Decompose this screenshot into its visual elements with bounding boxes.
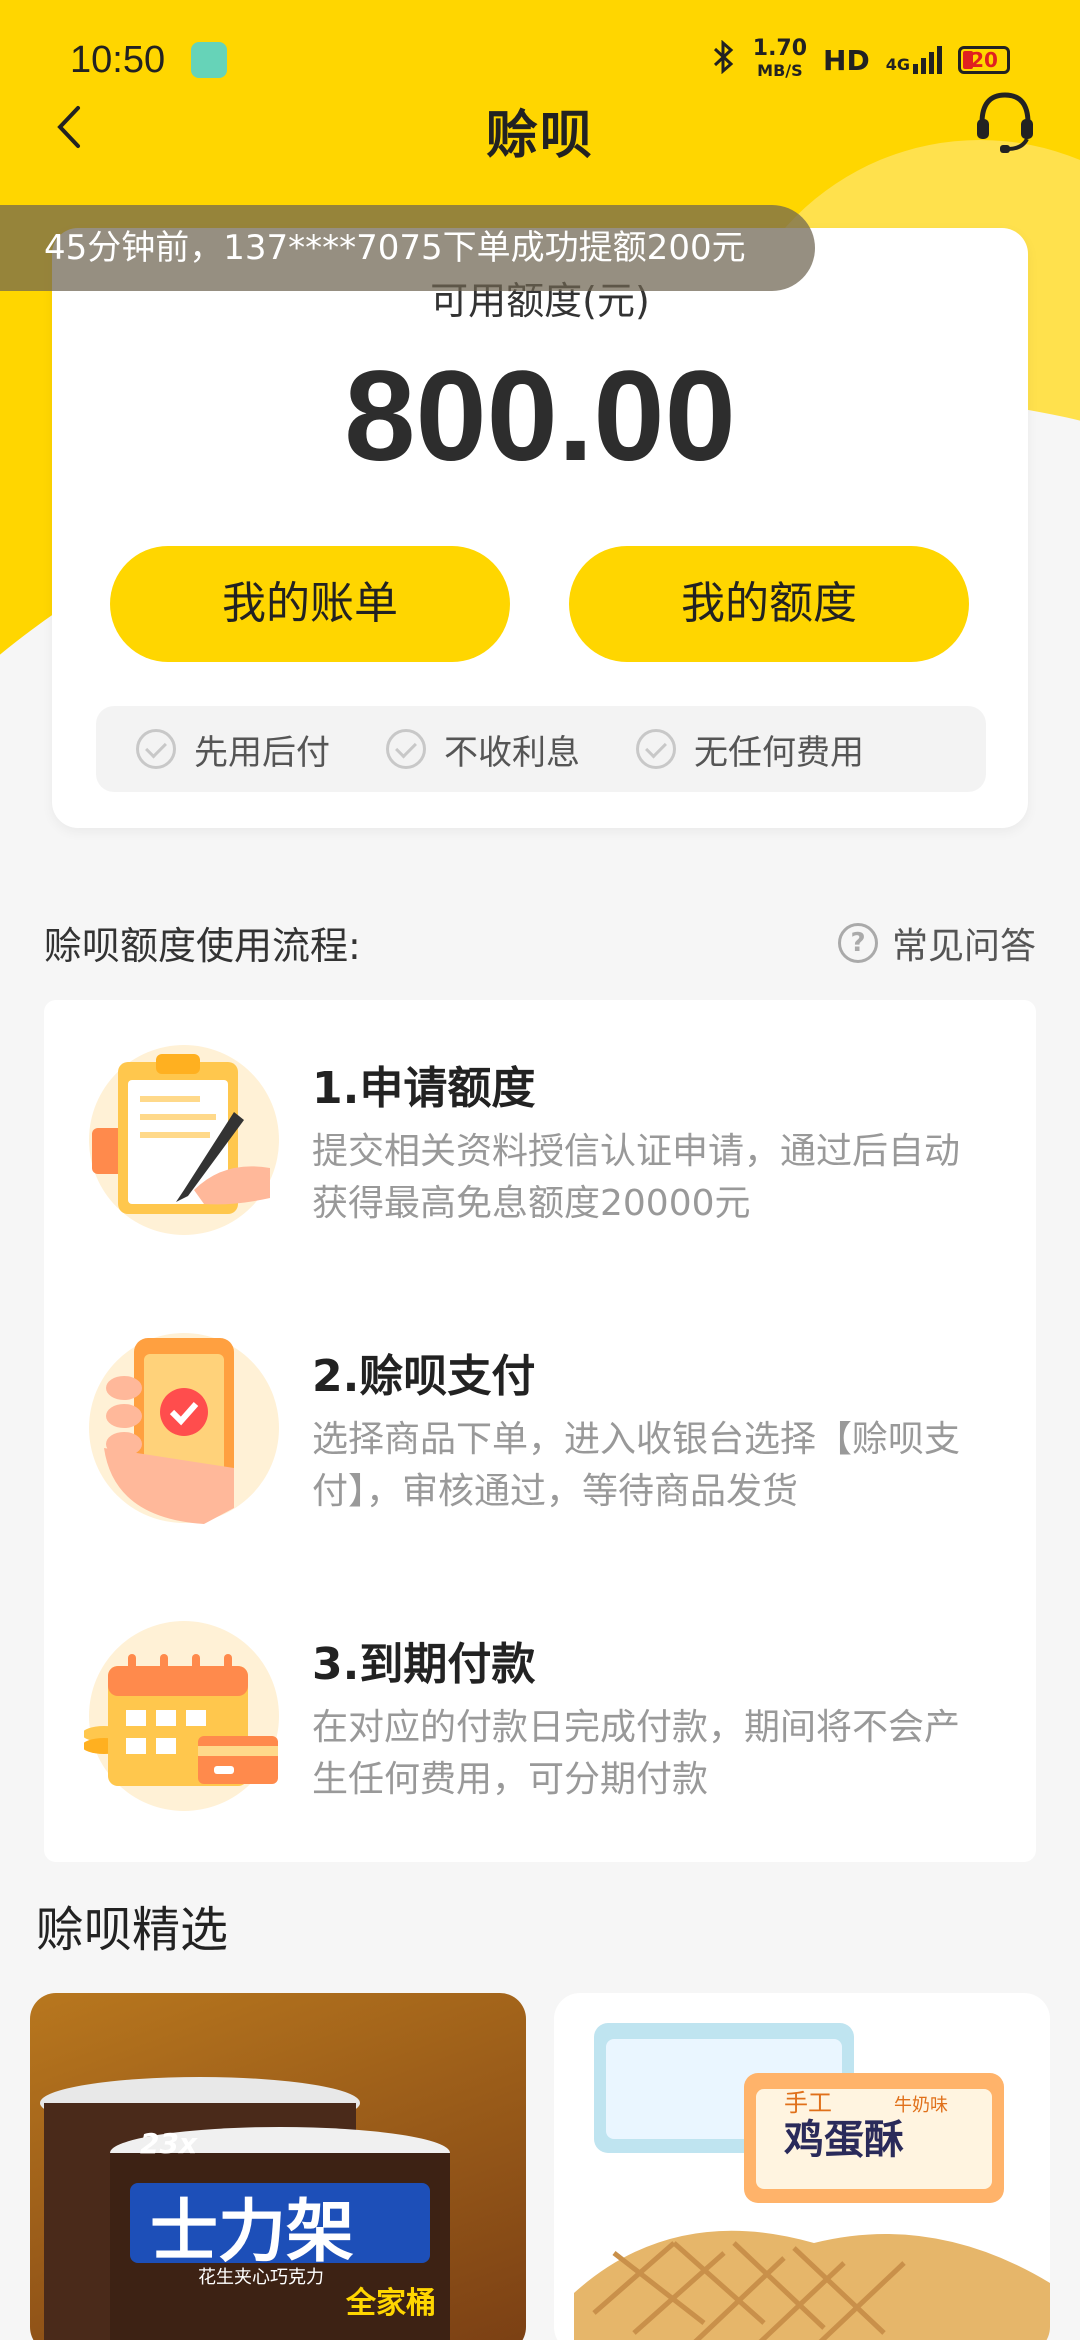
question-icon: ? bbox=[837, 922, 878, 963]
status-time: 10:50 bbox=[70, 38, 166, 81]
customer-service-icon[interactable] bbox=[970, 85, 1040, 155]
feature-item: 先用后付 bbox=[136, 725, 330, 774]
network-type: 4G bbox=[885, 55, 910, 74]
product-card[interactable]: 鸡蛋酥 手工 牛奶味 bbox=[554, 1993, 1050, 2340]
feature-item: 不收利息 bbox=[386, 725, 580, 774]
step-title: 3.到期付款 bbox=[312, 1639, 536, 1690]
product-subtitle: 牛奶味 bbox=[894, 2095, 948, 2116]
step-pay: 2.赊呗支付 选择商品下单，进入收银台选择【赊呗支付】，审核通过，等待商品发货 bbox=[44, 1288, 1036, 1524]
check-circle-icon bbox=[636, 729, 676, 769]
step-apply: 1.申请额度 提交相关资料授信认证申请，通过后自动获得最高免息额度20000元 bbox=[44, 1000, 1036, 1235]
step-description: 提交相关资料授信认证申请，通过后自动获得最高免息额度20000元 bbox=[312, 1131, 961, 1224]
product-brand: 鸡蛋酥 bbox=[784, 2117, 904, 2163]
product-count: 23x bbox=[140, 2127, 198, 2160]
network-speed-unit: MB/S bbox=[757, 61, 803, 80]
snickers-product-image: 士力架 全家桶 23x 花生夹心巧克力 bbox=[40, 2077, 450, 2340]
faq-label: 常见问答 bbox=[891, 925, 1036, 967]
picks-title: 赊呗精选 bbox=[36, 1902, 229, 1958]
step-repay: 3.到期付款 在对应的付款日完成付款，期间将不会产生任何费用，可分期付款 bbox=[44, 1576, 1036, 1811]
product-brand: 士力架 bbox=[150, 2193, 354, 2272]
hd-indicator: HD bbox=[823, 43, 870, 77]
product-tag: 手工 bbox=[784, 2089, 832, 2117]
my-limit-button[interactable]: 我的额度 bbox=[569, 546, 969, 662]
app-notification-icon bbox=[191, 42, 228, 78]
my-bill-button[interactable]: 我的账单 bbox=[110, 546, 510, 662]
faq-link[interactable]: ? 常见问答 bbox=[837, 917, 1036, 969]
back-icon[interactable] bbox=[50, 102, 90, 152]
feature-label: 无任何费用 bbox=[694, 732, 864, 773]
step-description: 在对应的付款日完成付款，期间将不会产生任何费用，可分期付款 bbox=[312, 1707, 961, 1800]
product-subtitle: 花生夹心巧克力 bbox=[198, 2267, 324, 2288]
product-card[interactable]: 士力架 全家桶 23x 花生夹心巧克力 bbox=[30, 1993, 526, 2340]
step-title: 2.赊呗支付 bbox=[312, 1351, 536, 1402]
status-indicators: 1.70 MB/S HD 4G 20 bbox=[711, 38, 1010, 82]
feature-list: 先用后付 不收利息 无任何费用 bbox=[96, 706, 986, 792]
clipboard-icon bbox=[84, 1040, 284, 1240]
process-header: 赊呗额度使用流程: ? 常见问答 bbox=[44, 915, 1036, 970]
available-credit-amount: 800.00 bbox=[344, 345, 736, 488]
network-speed-value: 1.70 bbox=[752, 36, 808, 61]
nav-bar: 赊呗 bbox=[0, 90, 1080, 170]
process-title: 赊呗额度使用流程: bbox=[44, 924, 361, 968]
signal-icon: 4G bbox=[886, 46, 942, 74]
bluetooth-icon bbox=[711, 39, 737, 81]
feature-label: 先用后付 bbox=[194, 732, 330, 773]
order-toast: 45分钟前，137****7075下单成功提额200元 bbox=[0, 205, 815, 291]
egg-roll-product-image: 鸡蛋酥 手工 牛奶味 bbox=[574, 2023, 1050, 2340]
credit-card: 可用额度(元) 800.00 我的账单 我的额度 先用后付 不收利息 无任何费用 bbox=[52, 228, 1028, 828]
feature-label: 不收利息 bbox=[444, 732, 580, 773]
page-title: 赊呗 bbox=[485, 105, 594, 166]
feature-item: 无任何费用 bbox=[636, 725, 864, 774]
step-description: 选择商品下单，进入收银台选择【赊呗支付】，审核通过，等待商品发货 bbox=[312, 1419, 961, 1512]
check-circle-icon bbox=[386, 729, 426, 769]
product-tag: 全家桶 bbox=[345, 2286, 436, 2321]
battery-icon: 20 bbox=[958, 46, 1010, 74]
step-title: 1.申请额度 bbox=[312, 1063, 536, 1114]
process-steps: 1.申请额度 提交相关资料授信认证申请，通过后自动获得最高免息额度20000元 … bbox=[44, 1000, 1036, 1862]
check-circle-icon bbox=[136, 729, 176, 769]
phone-payment-icon bbox=[84, 1328, 284, 1528]
calendar-icon bbox=[82, 1616, 284, 1816]
network-speed: 1.70 MB/S bbox=[753, 38, 807, 82]
